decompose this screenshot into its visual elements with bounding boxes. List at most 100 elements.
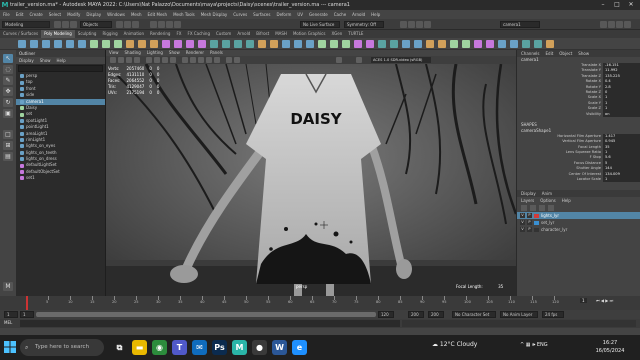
- range-bar[interactable]: [36, 312, 376, 317]
- file-explorer-icon[interactable]: ▬: [132, 340, 147, 355]
- xray-icon[interactable]: [234, 57, 240, 63]
- shelf-tool-icon[interactable]: [438, 40, 446, 48]
- ipr-render-icon[interactable]: [408, 21, 415, 28]
- menu-modify[interactable]: Modify: [64, 10, 83, 19]
- shelf-tool-icon[interactable]: [450, 40, 458, 48]
- photoshop-icon[interactable]: Ps: [212, 340, 227, 355]
- shelf-tool-icon[interactable]: [402, 40, 410, 48]
- shelf-tool-icon[interactable]: [294, 40, 302, 48]
- save-scene-icon[interactable]: [70, 21, 77, 28]
- smooth-shade-icon[interactable]: [190, 57, 196, 63]
- shelf-tab-rigging[interactable]: Rigging: [99, 30, 120, 38]
- menu-edit-mesh[interactable]: Edit Mesh: [145, 10, 171, 19]
- shelf-tool-icon[interactable]: [198, 40, 206, 48]
- snap-point-icon[interactable]: [166, 21, 173, 28]
- shelf-tab-arnold[interactable]: Arnold: [234, 30, 253, 38]
- fps-select[interactable]: 24 fps: [542, 311, 564, 318]
- resolution-gate-icon[interactable]: [162, 57, 168, 63]
- workspace-search-field[interactable]: camera1: [500, 21, 540, 28]
- shelf-tool-icon[interactable]: [258, 40, 266, 48]
- menu-mesh[interactable]: Mesh: [128, 10, 145, 19]
- snap-grid-icon[interactable]: [150, 21, 157, 28]
- select-by-hierarchy-icon[interactable]: [116, 21, 123, 28]
- shelf-tab-motion-graphics[interactable]: Motion Graphics: [290, 30, 329, 38]
- menu-file[interactable]: File: [0, 10, 13, 19]
- channel-box-menu-object[interactable]: Object: [559, 50, 572, 57]
- colorspace-select[interactable]: ACES 1.0 SDR-video (sRGB): [371, 57, 431, 63]
- shelf-tool-icon[interactable]: [234, 40, 242, 48]
- clock[interactable]: 16:27 16/05/2024: [590, 339, 630, 355]
- time-slider[interactable]: 5 10 15 20 25 30 35 40 45 50 55 60 65 70 75 80 85 90 95 100…: [0, 296, 640, 310]
- outliner-menu-display[interactable]: Display: [19, 57, 34, 64]
- shelf-tool-icon[interactable]: [282, 40, 290, 48]
- shelf-tool-icon[interactable]: [426, 40, 434, 48]
- shelf-tool-icon[interactable]: [390, 40, 398, 48]
- outliner-menu-show[interactable]: Show: [40, 57, 51, 64]
- range-inner-start-field[interactable]: 1: [20, 311, 34, 318]
- shelf-tool-icon[interactable]: [546, 40, 554, 48]
- range-out-field[interactable]: 200: [428, 311, 444, 318]
- snap-view-icon[interactable]: [174, 21, 181, 28]
- gamma-icon[interactable]: [356, 57, 362, 63]
- menu-edit[interactable]: Edit: [13, 10, 27, 19]
- snap-curve-icon[interactable]: [158, 21, 165, 28]
- character-set-select[interactable]: No Character Set: [452, 311, 496, 318]
- shelf-tool-icon[interactable]: [18, 40, 26, 48]
- task-view-icon[interactable]: ⧉: [112, 340, 127, 355]
- attribute-editor-icon[interactable]: [608, 21, 615, 28]
- paint-select-tool-icon[interactable]: ✎: [3, 76, 13, 85]
- new-layer-selected-icon[interactable]: [548, 205, 554, 211]
- gate-mask-icon[interactable]: [170, 57, 176, 63]
- shelf-tool-icon[interactable]: [30, 40, 38, 48]
- playback-controls[interactable]: ⏮ ◀ ▶ ⏭: [596, 298, 613, 303]
- rotate-tool-icon[interactable]: ↻: [3, 98, 13, 107]
- render-icon[interactable]: [400, 21, 407, 28]
- select-tool-icon[interactable]: ↖: [3, 54, 13, 63]
- shelf-tool-icon[interactable]: [222, 40, 230, 48]
- exposure-icon[interactable]: [336, 57, 342, 63]
- menu-generate[interactable]: Generate: [306, 10, 331, 19]
- obs-icon[interactable]: ●: [252, 340, 267, 355]
- shelf-tool-icon[interactable]: [174, 40, 182, 48]
- shelf-tool-icon[interactable]: [270, 40, 278, 48]
- symmetry-select[interactable]: Symmetry: Off: [344, 21, 384, 28]
- bookmark-icon[interactable]: [126, 57, 132, 63]
- shelf-tool-icon[interactable]: [354, 40, 362, 48]
- menu-display[interactable]: Display: [83, 10, 104, 19]
- shelf-tool-icon[interactable]: [54, 40, 62, 48]
- shelf-tab-sculpting[interactable]: Sculpting: [75, 30, 100, 38]
- menu-create[interactable]: Create: [26, 10, 45, 19]
- tool-settings-icon[interactable]: [616, 21, 623, 28]
- attribute-value[interactable]: on: [603, 111, 640, 117]
- layer-tab-anim[interactable]: Anim: [542, 190, 552, 197]
- shelf-tool-icon[interactable]: [366, 40, 374, 48]
- taskbar-search-input[interactable]: Type here to search: [20, 339, 104, 356]
- menu-surfaces[interactable]: Surfaces: [250, 10, 273, 19]
- shelf-tab-fx[interactable]: FX: [173, 30, 184, 38]
- teams-icon[interactable]: T: [172, 340, 187, 355]
- language-indicator[interactable]: ENG: [537, 342, 548, 348]
- shelf-tab-animation[interactable]: Animation: [121, 30, 147, 38]
- outliner-menu-help[interactable]: Help: [57, 57, 66, 64]
- layer-menu-help[interactable]: Help: [562, 197, 571, 204]
- channel-box-menu-show[interactable]: Show: [578, 50, 589, 57]
- shelf-tool-icon[interactable]: [342, 40, 350, 48]
- close-button[interactable]: ✕: [624, 0, 638, 10]
- shelf-tool-icon[interactable]: [78, 40, 86, 48]
- shelf-tool-icon[interactable]: [330, 40, 338, 48]
- menu-mesh-display[interactable]: Mesh Display: [198, 10, 231, 19]
- wireframe-icon[interactable]: [182, 57, 188, 63]
- shelf-tool-icon[interactable]: [102, 40, 110, 48]
- shelf-tool-icon[interactable]: [90, 40, 98, 48]
- shelf-tool-icon[interactable]: [318, 40, 326, 48]
- windows-start-icon[interactable]: [4, 341, 16, 353]
- maya-taskbar-icon[interactable]: M: [232, 340, 247, 355]
- menu-uv[interactable]: UV: [294, 10, 306, 19]
- layer-playback-toggle[interactable]: P: [527, 213, 532, 218]
- menu-cache[interactable]: Cache: [331, 10, 349, 19]
- range-inner-end-field[interactable]: 120: [378, 311, 394, 318]
- shelf-tool-icon[interactable]: [126, 40, 134, 48]
- modeling-toolkit-icon[interactable]: [600, 21, 607, 28]
- grid-toggle-icon[interactable]: [146, 57, 152, 63]
- shelf-tab-fx-caching[interactable]: FX Caching: [185, 30, 213, 38]
